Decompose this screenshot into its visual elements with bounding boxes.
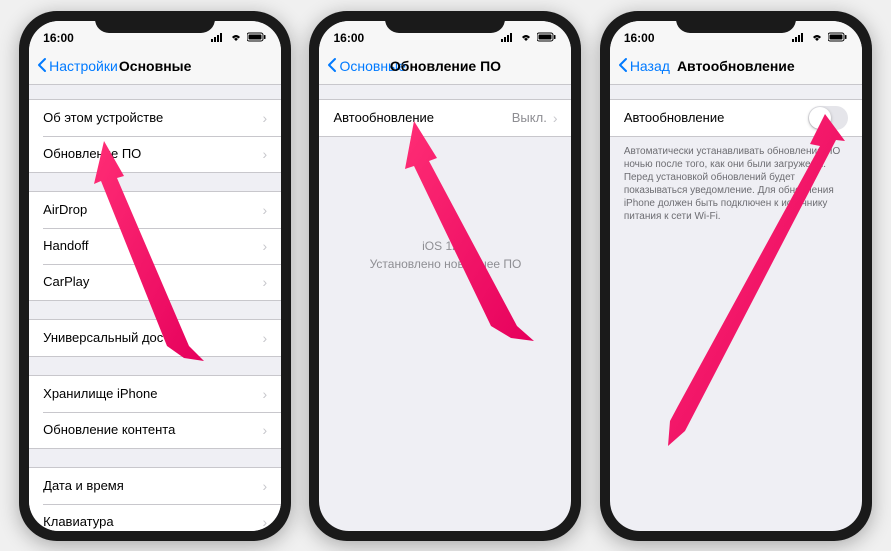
update-status: iOS 12.1 Установлено новейшее ПО bbox=[319, 137, 571, 293]
row-about[interactable]: Об этом устройстве › bbox=[29, 100, 281, 136]
row-value: Выкл. bbox=[512, 110, 547, 125]
screen-auto-update: 16:00 Назад Автообновление Автообновлени… bbox=[610, 21, 862, 531]
status-time: 16:00 bbox=[333, 31, 364, 45]
settings-group: Автообновление bbox=[610, 99, 862, 137]
row-label: CarPlay bbox=[43, 274, 89, 289]
chevron-right-icon: › bbox=[262, 478, 267, 494]
row-accessibility[interactable]: Универсальный доступ › bbox=[29, 320, 281, 356]
battery-icon bbox=[537, 31, 557, 45]
row-right: Выкл. › bbox=[512, 110, 558, 126]
nav-bar: Настройки Основные bbox=[29, 49, 281, 85]
chevron-right-icon: › bbox=[262, 274, 267, 290]
chevron-left-icon bbox=[618, 57, 628, 76]
status-time: 16:00 bbox=[43, 31, 74, 45]
phone-2: 16:00 Основные Обновление ПО Автообновле… bbox=[309, 11, 581, 541]
row-label: Дата и время bbox=[43, 478, 124, 493]
chevron-right-icon: › bbox=[262, 110, 267, 126]
chevron-right-icon: › bbox=[262, 386, 267, 402]
status-right bbox=[211, 31, 267, 45]
signal-icon bbox=[211, 31, 225, 45]
settings-group: Об этом устройстве › Обновление ПО › bbox=[29, 99, 281, 173]
notch bbox=[95, 11, 215, 33]
phone-1: 16:00 Настройки Основные bbox=[19, 11, 291, 541]
row-label: Автообновление bbox=[624, 110, 725, 125]
settings-group: Универсальный доступ › bbox=[29, 319, 281, 357]
row-keyboard[interactable]: Клавиатура › bbox=[29, 504, 281, 531]
chevron-right-icon: › bbox=[262, 146, 267, 162]
settings-group: AirDrop › Handoff › CarPlay › bbox=[29, 191, 281, 301]
status-right bbox=[501, 31, 557, 45]
row-handoff[interactable]: Handoff › bbox=[29, 228, 281, 264]
wifi-icon bbox=[810, 31, 824, 45]
chevron-left-icon bbox=[327, 57, 337, 76]
section-footer: Автоматически устанавливать обновления П… bbox=[610, 137, 862, 231]
row-date-time[interactable]: Дата и время › bbox=[29, 468, 281, 504]
row-background-refresh[interactable]: Обновление контента › bbox=[29, 412, 281, 448]
row-label: Хранилище iPhone bbox=[43, 386, 157, 401]
chevron-right-icon: › bbox=[262, 514, 267, 530]
signal-icon bbox=[501, 31, 515, 45]
nav-bar: Основные Обновление ПО bbox=[319, 49, 571, 85]
wifi-icon bbox=[519, 31, 533, 45]
row-carplay[interactable]: CarPlay › bbox=[29, 264, 281, 300]
battery-icon bbox=[828, 31, 848, 45]
row-label: Клавиатура bbox=[43, 514, 113, 529]
row-auto-update[interactable]: Автообновление Выкл. › bbox=[319, 100, 571, 136]
ios-version: iOS 12.1 bbox=[339, 237, 551, 255]
settings-group: Хранилище iPhone › Обновление контента › bbox=[29, 375, 281, 449]
settings-group: Дата и время › Клавиатура › Язык и регио… bbox=[29, 467, 281, 531]
page-title: Автообновление bbox=[677, 58, 795, 74]
back-button[interactable]: Настройки bbox=[37, 57, 118, 76]
back-button[interactable]: Назад bbox=[618, 57, 670, 76]
row-software-update[interactable]: Обновление ПО › bbox=[29, 136, 281, 172]
chevron-right-icon: › bbox=[262, 202, 267, 218]
chevron-left-icon bbox=[37, 57, 47, 76]
chevron-right-icon: › bbox=[553, 110, 558, 126]
content[interactable]: Автообновление Выкл. › iOS 12.1 Установл… bbox=[319, 85, 571, 531]
nav-bar: Назад Автообновление bbox=[610, 49, 862, 85]
chevron-right-icon: › bbox=[262, 330, 267, 346]
toggle-switch[interactable] bbox=[808, 106, 848, 130]
row-airdrop[interactable]: AirDrop › bbox=[29, 192, 281, 228]
chevron-right-icon: › bbox=[262, 422, 267, 438]
row-label: AirDrop bbox=[43, 202, 87, 217]
phone-3: 16:00 Назад Автообновление Автообновлени… bbox=[600, 11, 872, 541]
row-label: Обновление контента bbox=[43, 422, 175, 437]
row-label: Универсальный доступ bbox=[43, 330, 183, 345]
notch bbox=[676, 11, 796, 33]
row-auto-update-toggle[interactable]: Автообновление bbox=[610, 100, 862, 136]
row-label: Об этом устройстве bbox=[43, 110, 163, 125]
signal-icon bbox=[792, 31, 806, 45]
page-title: Обновление ПО bbox=[390, 58, 501, 74]
screen-software-update: 16:00 Основные Обновление ПО Автообновле… bbox=[319, 21, 571, 531]
screen-general: 16:00 Настройки Основные bbox=[29, 21, 281, 531]
status-time: 16:00 bbox=[624, 31, 655, 45]
status-right bbox=[792, 31, 848, 45]
row-label: Handoff bbox=[43, 238, 88, 253]
chevron-right-icon: › bbox=[262, 238, 267, 254]
page-title: Основные bbox=[119, 58, 192, 74]
battery-icon bbox=[247, 31, 267, 45]
content[interactable]: Об этом устройстве › Обновление ПО › Air… bbox=[29, 85, 281, 531]
update-message: Установлено новейшее ПО bbox=[339, 255, 551, 273]
wifi-icon bbox=[229, 31, 243, 45]
back-label: Настройки bbox=[49, 58, 118, 74]
content[interactable]: Автообновление Автоматически устанавлива… bbox=[610, 85, 862, 531]
row-storage[interactable]: Хранилище iPhone › bbox=[29, 376, 281, 412]
row-label: Обновление ПО bbox=[43, 146, 141, 161]
settings-group: Автообновление Выкл. › bbox=[319, 99, 571, 137]
back-label: Назад bbox=[630, 58, 670, 74]
row-label: Автообновление bbox=[333, 110, 434, 125]
notch bbox=[385, 11, 505, 33]
